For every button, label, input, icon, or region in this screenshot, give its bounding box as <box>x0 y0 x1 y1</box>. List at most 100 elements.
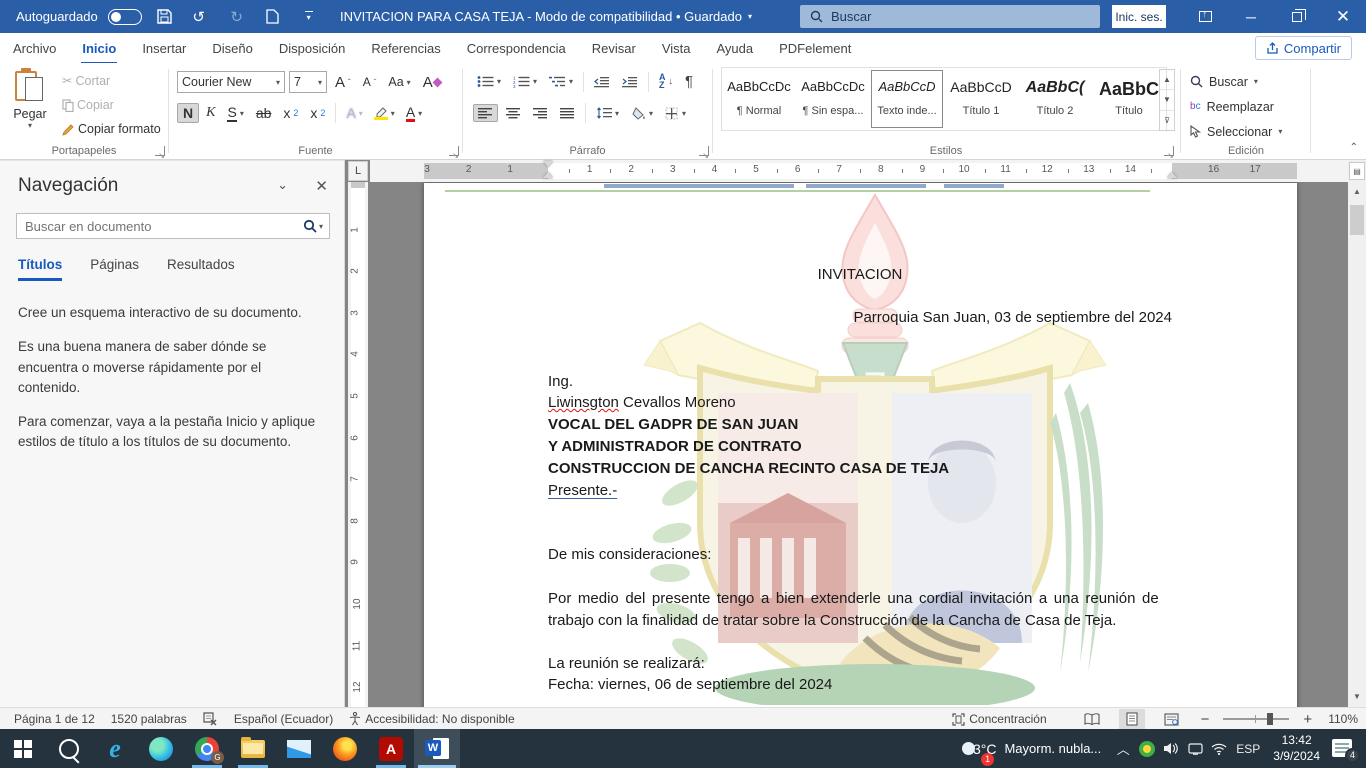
notification-center-button[interactable]: 4 <box>1332 739 1356 759</box>
style-titulo-2[interactable]: AaBbC(Título 2 <box>1019 70 1091 128</box>
sign-in-button[interactable]: Inic. ses. <box>1112 5 1166 28</box>
borders-button[interactable]: ▾ <box>661 105 690 122</box>
tab-inicio[interactable]: Inicio <box>69 35 129 62</box>
font-family-select[interactable]: Courier New▾ <box>177 71 285 93</box>
styles-dialog-launcher[interactable] <box>1164 146 1174 156</box>
title-chevron-down-icon[interactable]: ▾ <box>748 12 752 21</box>
document-page[interactable]: 7 <box>424 183 1297 768</box>
tab-revisar[interactable]: Revisar <box>579 35 649 62</box>
bullet-list-button[interactable]: ▾ <box>473 73 505 90</box>
proofing-status[interactable] <box>195 708 226 730</box>
keyboard-language[interactable]: ESP <box>1231 729 1265 768</box>
tab-correspondencia[interactable]: Correspondencia <box>454 35 579 62</box>
align-right-button[interactable] <box>529 105 552 121</box>
share-button[interactable]: Compartir <box>1255 36 1352 60</box>
pane-chevron-down-icon[interactable]: ⌄ <box>277 177 288 193</box>
first-line-indent-marker[interactable] <box>543 161 553 167</box>
strikethrough-button[interactable]: ab <box>251 104 277 122</box>
decrease-indent-button[interactable] <box>590 74 614 90</box>
zoom-in-button[interactable]: + <box>1295 708 1320 730</box>
new-document-icon[interactable] <box>260 4 286 30</box>
increase-indent-button[interactable] <box>618 74 642 90</box>
styles-scroll-up-icon[interactable]: ▲ <box>1160 70 1174 90</box>
volume-icon[interactable] <box>1159 729 1183 768</box>
print-layout-button[interactable] <box>1119 709 1145 729</box>
navpane-tab-titulos[interactable]: Títulos <box>18 257 62 281</box>
zoom-slider[interactable] <box>1223 718 1289 720</box>
replace-button[interactable]: bc Reemplazar <box>1190 96 1282 117</box>
show-marks-button[interactable]: ¶ <box>681 71 697 92</box>
save-icon[interactable] <box>152 4 178 30</box>
tray-expand-chevron-icon[interactable]: ︿ <box>1111 729 1135 768</box>
acrobat-button[interactable]: A <box>368 729 414 768</box>
focus-mode-button[interactable]: Concentración <box>944 708 1054 730</box>
paste-button[interactable]: Pegar ▾ <box>8 67 52 149</box>
search-options-chevron-icon[interactable]: ▾ <box>319 222 323 231</box>
font-size-select[interactable]: 7▾ <box>289 71 327 93</box>
style-normal[interactable]: AaBbCcDc¶ Normal <box>723 70 795 128</box>
font-dialog-launcher[interactable] <box>449 146 459 156</box>
tab-diseno[interactable]: Diseño <box>199 35 265 62</box>
numbered-list-button[interactable]: 123▾ <box>509 73 541 90</box>
word-count[interactable]: 1520 palabras <box>103 708 195 730</box>
scroll-down-icon[interactable]: ▼ <box>1349 688 1365 705</box>
style-texto-independiente[interactable]: AaBbCcDTexto inde... <box>871 70 943 128</box>
hanging-indent-marker[interactable] <box>543 172 553 178</box>
scroll-up-icon[interactable]: ▲ <box>1349 183 1365 200</box>
align-center-button[interactable] <box>502 105 525 121</box>
change-case-button[interactable]: Aa▾ <box>384 73 414 91</box>
format-painter-button[interactable]: Copiar formato <box>58 120 165 138</box>
multilevel-list-button[interactable]: ▾ <box>545 73 577 90</box>
document-scroll-area[interactable]: 7 <box>368 182 1348 707</box>
close-button[interactable]: ✕ <box>1320 0 1366 33</box>
ribbon-display-options-button[interactable] <box>1182 0 1228 33</box>
firefox-button[interactable] <box>322 729 368 768</box>
restore-button[interactable] <box>1274 0 1320 33</box>
shading-button[interactable]: ▾ <box>627 105 657 122</box>
tab-vista[interactable]: Vista <box>649 35 704 62</box>
tab-disposicion[interactable]: Disposición <box>266 35 358 62</box>
tab-referencias[interactable]: Referencias <box>358 35 453 62</box>
read-mode-button[interactable] <box>1079 709 1105 729</box>
zoom-slider-thumb[interactable] <box>1267 713 1273 725</box>
display-icon[interactable] <box>1183 729 1207 768</box>
styles-scroll-down-icon[interactable]: ▼ <box>1160 90 1174 110</box>
wifi-icon[interactable] <box>1207 729 1231 768</box>
ruler-toggle-button[interactable]: ▤ <box>1349 162 1365 180</box>
tab-archivo[interactable]: Archivo <box>0 35 69 62</box>
grow-font-button[interactable]: Aˆ <box>331 72 355 93</box>
font-color-button[interactable]: A▾ <box>401 104 427 123</box>
italic-button[interactable]: K <box>201 104 220 122</box>
clock[interactable]: 13:42 3/9/2024 <box>1265 733 1328 764</box>
file-explorer-button[interactable] <box>230 729 276 768</box>
select-button[interactable]: Seleccionar▾ <box>1190 121 1282 142</box>
find-button[interactable]: Buscar▾ <box>1190 71 1282 92</box>
autosave-toggle[interactable] <box>108 9 142 25</box>
internet-explorer-button[interactable]: e <box>92 729 138 768</box>
minimize-button[interactable]: ─ <box>1228 0 1274 33</box>
collapse-ribbon-icon[interactable]: ⌃ <box>1350 142 1358 153</box>
web-layout-button[interactable] <box>1159 709 1185 729</box>
quick-access-more-icon[interactable]: ▾ <box>296 4 322 30</box>
navpane-tab-resultados[interactable]: Resultados <box>167 257 235 281</box>
clear-formatting-button[interactable]: A <box>419 72 445 93</box>
vertical-scrollbar[interactable]: ▤ ▲ ▼ <box>1348 160 1366 707</box>
tab-insertar[interactable]: Insertar <box>129 35 199 62</box>
accessibility-status[interactable]: Accesibilidad: No disponible <box>341 708 522 730</box>
tab-selector-box[interactable]: L <box>348 161 368 181</box>
document-search-box[interactable]: ▾ <box>16 213 330 239</box>
language-indicator[interactable]: Español (Ecuador) <box>226 708 341 730</box>
horizontal-ruler[interactable]: 32112345678910111213141617 <box>370 160 1348 182</box>
taskbar-search-button[interactable] <box>46 729 92 768</box>
ms-search-bar[interactable]: Buscar <box>800 5 1100 28</box>
scrollbar-thumb[interactable] <box>1350 205 1364 235</box>
shrink-font-button[interactable]: Aˇ <box>359 73 381 91</box>
undo-icon[interactable]: ↺▾ <box>188 4 214 30</box>
vertical-ruler[interactable]: 123456789101112 <box>348 182 368 707</box>
tab-pdfelement[interactable]: PDFelement <box>766 35 864 62</box>
subscript-button[interactable]: x2 <box>278 104 303 122</box>
bold-button[interactable]: N <box>177 103 199 123</box>
style-titulo-1[interactable]: AaBbCcDTítulo 1 <box>945 70 1017 128</box>
align-left-button[interactable] <box>473 104 498 122</box>
tab-ayuda[interactable]: Ayuda <box>703 35 766 62</box>
